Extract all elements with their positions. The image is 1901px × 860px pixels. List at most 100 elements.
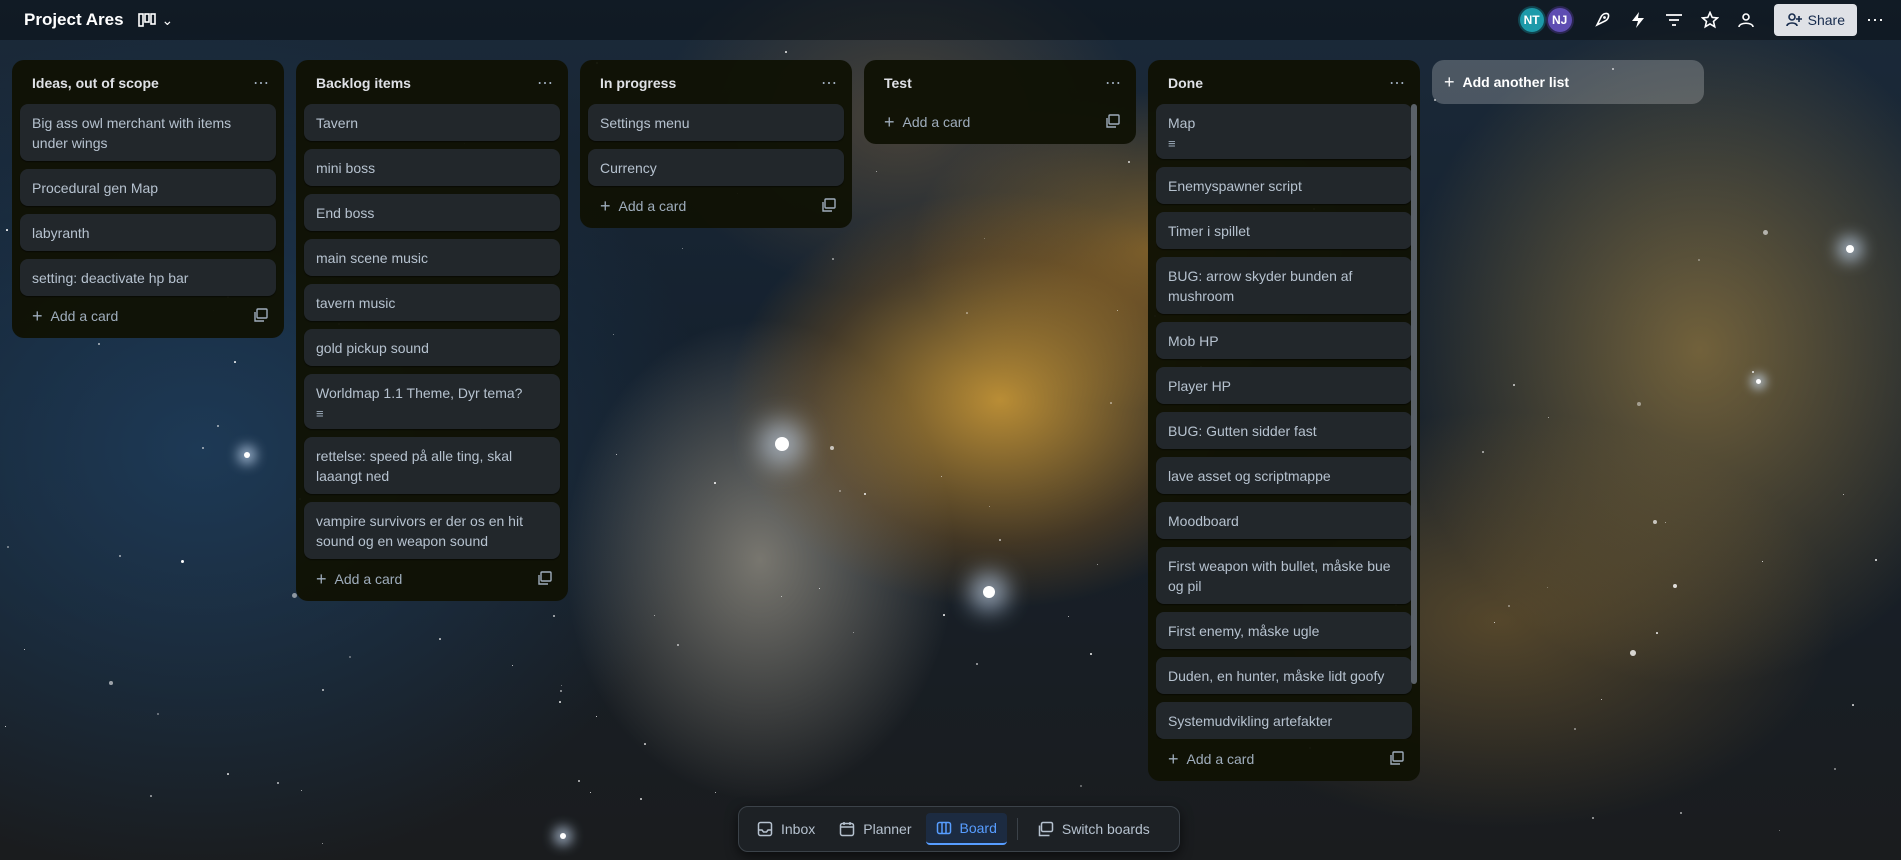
automation-icon[interactable]: [1622, 4, 1654, 36]
card-template-icon[interactable]: [822, 197, 836, 215]
card-title: main scene music: [316, 250, 429, 266]
card[interactable]: Player HP: [1156, 367, 1412, 404]
card[interactable]: Timer i spillet: [1156, 212, 1412, 249]
card[interactable]: vampire survivors er der os en hit sound…: [304, 502, 560, 559]
add-person-icon: [1785, 13, 1802, 27]
star-dot: [819, 588, 821, 590]
card[interactable]: rettelse: speed på alle ting, skal laaan…: [304, 437, 560, 494]
card-title: Big ass owl merchant with items under wi…: [32, 115, 232, 151]
list-menu-icon[interactable]: ⋯: [821, 73, 838, 93]
filter-icon[interactable]: [1658, 4, 1690, 36]
star-dot: [1779, 830, 1781, 832]
board-title[interactable]: Project Ares: [24, 10, 124, 30]
card[interactable]: BUG: Gutten sidder fast: [1156, 412, 1412, 449]
card[interactable]: Currency: [588, 149, 844, 186]
card[interactable]: Moodboard: [1156, 502, 1412, 539]
card[interactable]: Worldmap 1.1 Theme, Dyr tema? ≡: [304, 374, 560, 429]
card-template-icon[interactable]: [538, 570, 552, 588]
card[interactable]: setting: deactivate hp bar: [20, 259, 276, 296]
star-dot: [864, 493, 867, 496]
calendar-icon: [840, 822, 855, 837]
card[interactable]: Map ≡: [1156, 104, 1412, 159]
card[interactable]: mini boss: [304, 149, 560, 186]
nav-switch-boards[interactable]: Switch boards: [1028, 813, 1160, 845]
avatar[interactable]: NT: [1517, 6, 1546, 34]
card[interactable]: First enemy, måske ugle: [1156, 612, 1412, 649]
view-switch-button[interactable]: ⌄: [137, 12, 173, 29]
board-view-icon: [137, 13, 156, 27]
switch-boards-icon: [1038, 821, 1054, 837]
card-template-icon[interactable]: [254, 307, 268, 325]
card[interactable]: main scene music: [304, 239, 560, 276]
nav-planner[interactable]: Planner: [829, 813, 921, 845]
list-title[interactable]: Test: [884, 75, 912, 91]
plus-icon: +: [600, 196, 611, 216]
card[interactable]: BUG: arrow skyder bunden af mushroom: [1156, 257, 1412, 314]
bright-star: [560, 833, 566, 839]
bright-star: [1846, 245, 1854, 253]
add-card-button[interactable]: + Add a card: [884, 113, 970, 131]
nav-board-label: Board: [959, 820, 997, 836]
list-title[interactable]: In progress: [600, 75, 676, 91]
star-dot: [1680, 812, 1682, 814]
star-dot: [976, 663, 978, 665]
card[interactable]: Settings menu: [588, 104, 844, 141]
list-menu-icon[interactable]: ⋯: [1389, 73, 1406, 93]
card[interactable]: Procedural gen Map: [20, 169, 276, 206]
visibility-icon[interactable]: [1730, 4, 1762, 36]
add-card-button[interactable]: + Add a card: [1168, 750, 1254, 768]
star-dot: [616, 454, 618, 456]
nav-switch-boards-label: Switch boards: [1061, 821, 1150, 837]
star-dot: [781, 596, 783, 598]
avatar[interactable]: NJ: [1545, 6, 1574, 34]
list-title[interactable]: Ideas, out of scope: [32, 75, 159, 91]
list-menu-icon[interactable]: ⋯: [253, 73, 270, 93]
star-dot: [1508, 605, 1511, 608]
list-menu-icon[interactable]: ⋯: [537, 73, 554, 93]
power-ups-icon[interactable]: [1586, 4, 1618, 36]
inbox-icon: [757, 821, 773, 837]
nav-board[interactable]: Board: [925, 813, 1007, 845]
star-dot: [1763, 230, 1769, 236]
nav-divider: [1016, 818, 1018, 840]
card[interactable]: Tavern: [304, 104, 560, 141]
bottom-navigation: Inbox Planner Board Switch boards: [738, 806, 1180, 852]
add-card-label: Add a card: [1186, 751, 1255, 767]
list-title[interactable]: Backlog items: [316, 75, 411, 91]
card[interactable]: labyranth: [20, 214, 276, 251]
card[interactable]: tavern music: [304, 284, 560, 321]
list-title[interactable]: Done: [1168, 75, 1203, 91]
star-dot: [512, 665, 514, 667]
list-header: Done ⋯: [1156, 68, 1412, 98]
share-button[interactable]: Share: [1773, 4, 1857, 36]
list-header: Test ⋯: [872, 68, 1128, 98]
star-icon[interactable]: [1694, 4, 1726, 36]
star-dot: [1548, 417, 1550, 419]
star-dot: [1110, 402, 1112, 404]
card[interactable]: Mob HP: [1156, 322, 1412, 359]
star-dot: [1090, 653, 1092, 655]
card[interactable]: Duden, en hunter, måske lidt goofy: [1156, 657, 1412, 694]
card[interactable]: lave asset og scriptmappe: [1156, 457, 1412, 494]
nav-inbox[interactable]: Inbox: [747, 813, 825, 845]
add-list-button[interactable]: + Add another list: [1432, 60, 1704, 104]
card[interactable]: End boss: [304, 194, 560, 231]
star-dot: [181, 560, 184, 563]
star-dot: [202, 447, 205, 450]
more-icon[interactable]: ⋯: [1861, 10, 1889, 31]
card[interactable]: Systemudvikling artefakter: [1156, 702, 1412, 739]
card[interactable]: Enemyspawner script: [1156, 167, 1412, 204]
card[interactable]: Big ass owl merchant with items under wi…: [20, 104, 276, 161]
add-card-button[interactable]: + Add a card: [32, 307, 118, 325]
card[interactable]: First weapon with bullet, måske bue og p…: [1156, 547, 1412, 604]
list-scrollbar[interactable]: [1411, 104, 1417, 684]
add-card-button[interactable]: + Add a card: [316, 570, 402, 588]
card-template-icon[interactable]: [1106, 113, 1120, 131]
card-template-icon[interactable]: [1390, 750, 1404, 768]
list-menu-icon[interactable]: ⋯: [1105, 73, 1122, 93]
add-card-button[interactable]: + Add a card: [600, 197, 686, 215]
card[interactable]: gold pickup sound: [304, 329, 560, 366]
card-title: Settings menu: [600, 115, 690, 131]
star-dot: [590, 792, 592, 794]
card-title: Enemyspawner script: [1168, 178, 1302, 194]
